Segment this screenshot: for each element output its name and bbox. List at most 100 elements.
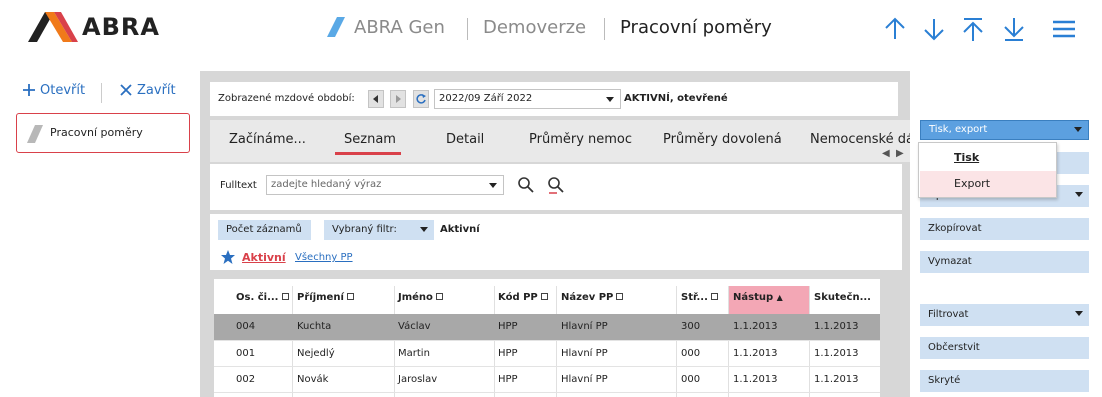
row-divider bbox=[214, 340, 880, 341]
record-count-button[interactable]: Počet záznamů bbox=[218, 220, 311, 240]
quick-filter-all[interactable]: Všechny PP bbox=[295, 252, 353, 263]
period-prev-button[interactable] bbox=[368, 90, 384, 108]
period-label: Zobrazené mzdové období: bbox=[218, 93, 355, 104]
print-export-label: Tisk, export bbox=[929, 124, 988, 135]
hidden-records-button[interactable]: Skryté bbox=[920, 370, 1089, 392]
chevron-down-icon bbox=[1075, 311, 1083, 316]
cell-stredisko: 000 bbox=[681, 374, 701, 385]
filter-select[interactable]: Vybraný filtr: bbox=[324, 220, 434, 240]
plus-icon bbox=[23, 84, 35, 96]
column-filter-checkbox bbox=[435, 293, 443, 300]
chevron-down-icon bbox=[606, 97, 614, 102]
cell-nastup: 1.1.2013 bbox=[733, 374, 778, 385]
search-icon[interactable] bbox=[517, 176, 535, 194]
advanced-search-icon[interactable] bbox=[547, 176, 565, 194]
refresh-icon bbox=[416, 94, 426, 104]
column-divider bbox=[676, 286, 677, 397]
cell-jmeno: Václav bbox=[398, 321, 431, 332]
tab-prumery-nemoc[interactable]: Průměry nemoc bbox=[529, 132, 632, 147]
cell-kod-pp: HPP bbox=[498, 374, 518, 385]
open-button[interactable]: Otevřít bbox=[22, 83, 85, 98]
cell-nazev-pp: Hlavní PP bbox=[561, 348, 608, 359]
toolbar-separator bbox=[101, 83, 102, 103]
delete-button[interactable]: Vymazat bbox=[920, 251, 1089, 273]
row-divider bbox=[214, 366, 880, 367]
fulltext-placeholder: zadejte hledaný výraz bbox=[271, 179, 382, 190]
chevron-down-icon bbox=[489, 183, 497, 188]
filter-button-label: Filtrovat bbox=[928, 309, 969, 320]
print-export-button[interactable]: Tisk, export bbox=[920, 120, 1089, 140]
abra-logo-icon bbox=[28, 12, 78, 42]
column-filter-checkbox bbox=[346, 293, 354, 300]
arrow-to-bottom-icon[interactable] bbox=[1000, 15, 1028, 43]
cell-ukonceni: 1.1.2013 bbox=[814, 321, 859, 332]
company-name: Demoverze bbox=[483, 17, 587, 38]
open-document-label: Pracovní poměry bbox=[50, 126, 143, 139]
chevron-down-icon bbox=[1075, 192, 1083, 197]
column-header-stredisko[interactable]: Stř... bbox=[681, 292, 718, 303]
period-refresh-button[interactable] bbox=[413, 90, 429, 108]
page-title: Pracovní poměry bbox=[620, 17, 772, 38]
active-tab-indicator bbox=[335, 152, 401, 155]
tab-nemocenske-davky[interactable]: Nemocenské dávk bbox=[810, 132, 910, 147]
fulltext-input[interactable]: zadejte hledaný výraz bbox=[266, 175, 504, 195]
filter-value: Aktivní bbox=[440, 224, 480, 235]
tab-seznam[interactable]: Seznam bbox=[344, 132, 396, 147]
cell-prijmeni: Nejedlý bbox=[297, 348, 335, 359]
cell-os-cislo: 002 bbox=[236, 374, 256, 385]
dropdown-item-export[interactable]: Export bbox=[920, 171, 1056, 197]
filter-select-label: Vybraný filtr: bbox=[332, 224, 397, 235]
header-separator bbox=[467, 18, 468, 40]
column-header-jmeno[interactable]: Jméno bbox=[398, 292, 443, 303]
column-header-os-cislo[interactable]: Os. či... bbox=[236, 292, 289, 303]
quick-filter-active[interactable]: Aktivní bbox=[242, 251, 286, 264]
close-label: Zavřít bbox=[137, 83, 176, 98]
tab-detail[interactable]: Detail bbox=[446, 132, 484, 147]
filter-button[interactable]: Filtrovat bbox=[920, 304, 1089, 326]
cell-nazev-pp: Hlavní PP bbox=[561, 374, 608, 385]
dropdown-item-print[interactable]: Tisk bbox=[920, 145, 1056, 171]
open-document-item[interactable]: Pracovní poměry bbox=[16, 113, 190, 153]
column-divider bbox=[556, 286, 557, 397]
period-next-button[interactable] bbox=[390, 90, 406, 108]
cell-ukonceni: 1.1.2013 bbox=[814, 348, 859, 359]
app-header: ABRA ABRA Gen Demoverze Pracovní poměry bbox=[0, 0, 1102, 58]
period-value: 2022/09 Září 2022 bbox=[439, 93, 533, 104]
triangle-left-icon bbox=[373, 95, 378, 103]
column-header-nastup[interactable]: Nástup ▲ bbox=[733, 292, 783, 303]
column-filter-checkbox bbox=[616, 293, 624, 300]
column-header-kod-pp[interactable]: Kód PP bbox=[498, 292, 548, 303]
arrow-down-icon[interactable] bbox=[920, 15, 948, 43]
close-button[interactable]: Zavřít bbox=[119, 83, 176, 98]
cell-kod-pp: HPP bbox=[498, 321, 518, 332]
tab-prumery-dovolena[interactable]: Průměry dovolená bbox=[663, 132, 782, 147]
column-header-skutecne-ukonceni[interactable]: Skutečn... bbox=[814, 292, 871, 303]
cell-stredisko: 300 bbox=[681, 321, 701, 332]
app-slash-icon bbox=[327, 17, 345, 37]
print-export-dropdown: Tisk Export bbox=[918, 142, 1057, 198]
arrow-to-top-icon[interactable] bbox=[959, 15, 987, 43]
triangle-right-icon bbox=[396, 95, 401, 103]
cell-jmeno: Jaroslav bbox=[398, 374, 438, 385]
tab-zaciname[interactable]: Začínáme... bbox=[229, 132, 306, 147]
arrow-up-icon[interactable] bbox=[881, 15, 909, 43]
copy-button[interactable]: Zkopírovat bbox=[920, 218, 1089, 240]
cell-stredisko: 000 bbox=[681, 348, 701, 359]
chevron-down-icon bbox=[1074, 127, 1082, 132]
star-icon[interactable] bbox=[220, 249, 236, 265]
column-header-nazev-pp[interactable]: Název PP bbox=[561, 292, 624, 303]
cell-nastup: 1.1.2013 bbox=[733, 321, 778, 332]
column-header-prijmeni[interactable]: Příjmení bbox=[297, 292, 354, 303]
tab-scroll-right-icon[interactable]: ▶ bbox=[896, 148, 904, 159]
period-select[interactable]: 2022/09 Září 2022 bbox=[434, 89, 621, 109]
column-divider bbox=[728, 286, 729, 397]
tab-scroll-left-icon[interactable]: ◀ bbox=[882, 148, 890, 159]
open-label: Otevřít bbox=[40, 83, 86, 98]
refresh-button[interactable]: Občerstvit bbox=[920, 337, 1089, 359]
period-status: AKTIVNÍ, otevřené bbox=[624, 93, 728, 104]
column-divider bbox=[809, 286, 810, 397]
sort-asc-icon: ▲ bbox=[776, 293, 783, 302]
cell-os-cislo: 001 bbox=[236, 348, 256, 359]
column-divider bbox=[292, 286, 293, 397]
hamburger-menu-icon[interactable] bbox=[1050, 15, 1078, 43]
